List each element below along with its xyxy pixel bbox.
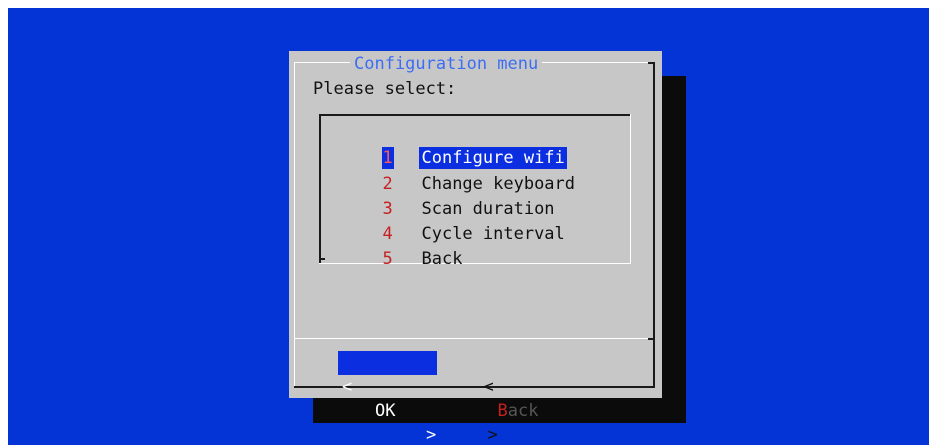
menu-box-right — [630, 114, 631, 264]
menu-box-left — [319, 114, 321, 263]
menu-box-corner-bl — [319, 258, 325, 260]
dialog-title: Configuration menu — [350, 54, 543, 74]
menu-item-label: Back — [421, 249, 463, 269]
ok-button-right-bracket: > — [426, 425, 437, 445]
menu-item-tag: 5 — [382, 249, 393, 269]
prompt-text: Please select: — [313, 79, 457, 99]
menu-item-back[interactable]: 5 Back — [362, 226, 464, 269]
button-separator-end — [648, 338, 655, 340]
back-button-label-rest: ack — [507, 401, 539, 421]
menu-item-cycle-interval[interactable]: 4 Cycle interval — [362, 201, 567, 244]
back-button[interactable]: < Back > — [463, 351, 538, 445]
dialog-border-corner-tr — [648, 62, 655, 64]
menu-box-top — [319, 114, 631, 116]
ok-button[interactable]: < OK > — [338, 351, 437, 445]
back-button-hotkey: B — [497, 401, 508, 421]
ok-button-left-bracket: < — [342, 377, 353, 397]
menu-item-scan-duration[interactable]: 3 Scan duration — [362, 176, 557, 219]
menu-item-configure-wifi[interactable]: 1 Configure wifi — [362, 125, 567, 169]
button-separator — [294, 338, 653, 339]
back-button-left-bracket: < — [483, 377, 494, 397]
back-button-right-bracket: > — [487, 425, 498, 445]
menu-item-change-keyboard[interactable]: 2 Change keyboard — [362, 151, 577, 194]
ok-button-label: OK — [375, 401, 396, 421]
